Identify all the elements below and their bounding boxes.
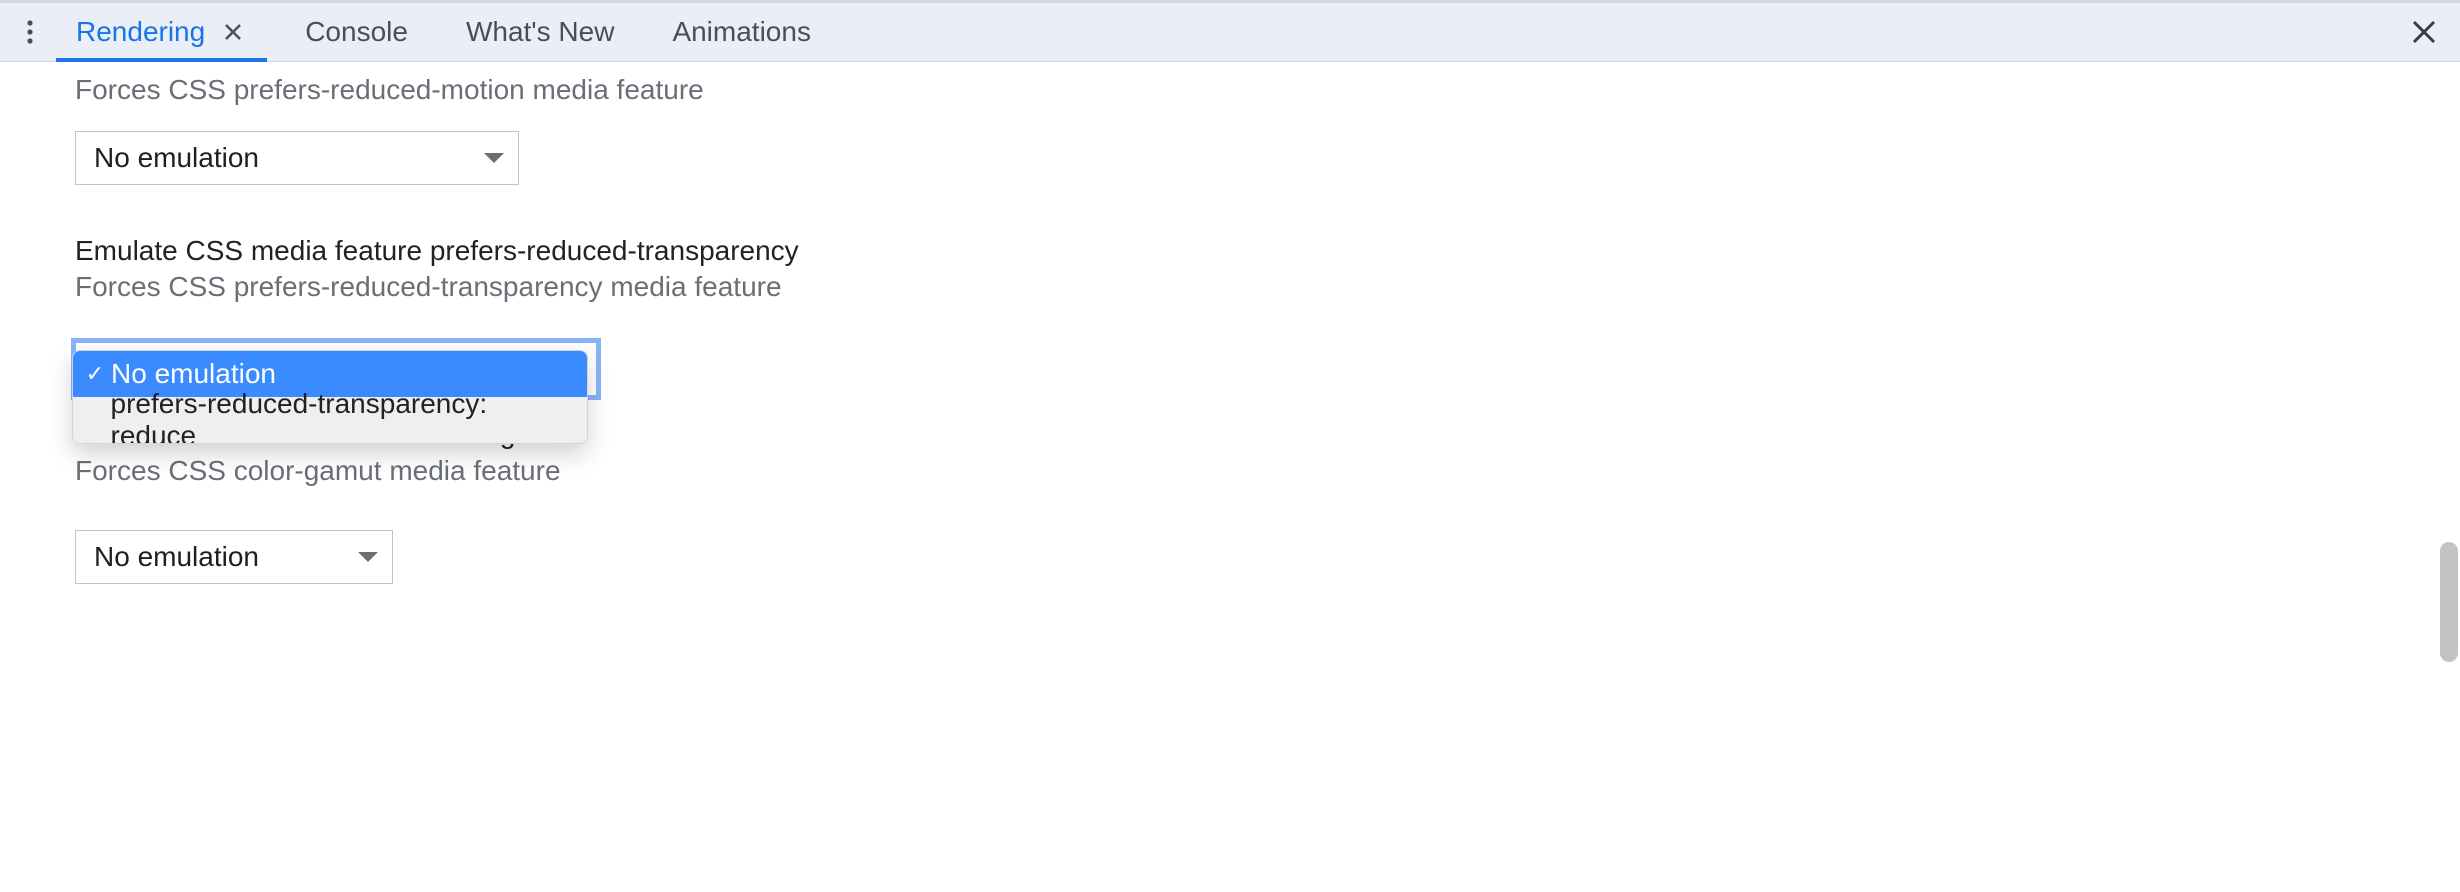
- tab-label: Console: [305, 16, 408, 48]
- prefers-reduced-motion-desc: Forces CSS prefers-reduced-motion media …: [75, 72, 2460, 107]
- option-label: prefers-reduced-transparency: reduce: [111, 388, 571, 444]
- rendering-settings: Forces CSS prefers-reduced-motion media …: [0, 62, 2460, 584]
- prefers-reduced-transparency-title: Emulate CSS media feature prefers-reduce…: [75, 233, 2460, 269]
- more-tabs-button[interactable]: [8, 10, 52, 54]
- tab-whats-new[interactable]: What's New: [446, 3, 635, 61]
- scrollbar-thumb[interactable]: [2440, 542, 2458, 662]
- color-gamut-select[interactable]: No emulation: [75, 530, 393, 584]
- tab-list: Rendering Console What's New Animations: [56, 3, 831, 61]
- tab-close-button[interactable]: [219, 18, 247, 46]
- tab-label: Rendering: [76, 16, 205, 48]
- drawer-tabbar: Rendering Console What's New Animations: [0, 0, 2460, 62]
- tab-animations[interactable]: Animations: [652, 3, 831, 61]
- kebab-icon: [20, 18, 40, 46]
- close-icon: [2409, 17, 2439, 47]
- select-value: No emulation: [94, 541, 259, 573]
- chevron-down-icon: [358, 552, 378, 562]
- tab-console[interactable]: Console: [285, 3, 428, 61]
- color-gamut-desc: Forces CSS color-gamut media feature: [75, 453, 2460, 488]
- prefers-reduced-motion-select[interactable]: No emulation: [75, 131, 519, 185]
- tab-label: What's New: [466, 16, 615, 48]
- select-option-reduce[interactable]: ✓ prefers-reduced-transparency: reduce: [73, 397, 587, 443]
- chevron-down-icon: [484, 153, 504, 163]
- check-icon: ✓: [83, 361, 107, 387]
- tab-rendering[interactable]: Rendering: [56, 3, 267, 61]
- rendering-pane: Forces CSS prefers-reduced-motion media …: [0, 62, 2460, 892]
- select-value: No emulation: [94, 142, 259, 174]
- tab-label: Animations: [672, 16, 811, 48]
- close-drawer-button[interactable]: [2404, 12, 2444, 52]
- option-label: No emulation: [111, 358, 276, 390]
- prefers-reduced-transparency-desc: Forces CSS prefers-reduced-transparency …: [75, 269, 2460, 304]
- select-menu: ✓ No emulation ✓ prefers-reduced-transpa…: [72, 350, 588, 444]
- close-icon: [223, 22, 243, 42]
